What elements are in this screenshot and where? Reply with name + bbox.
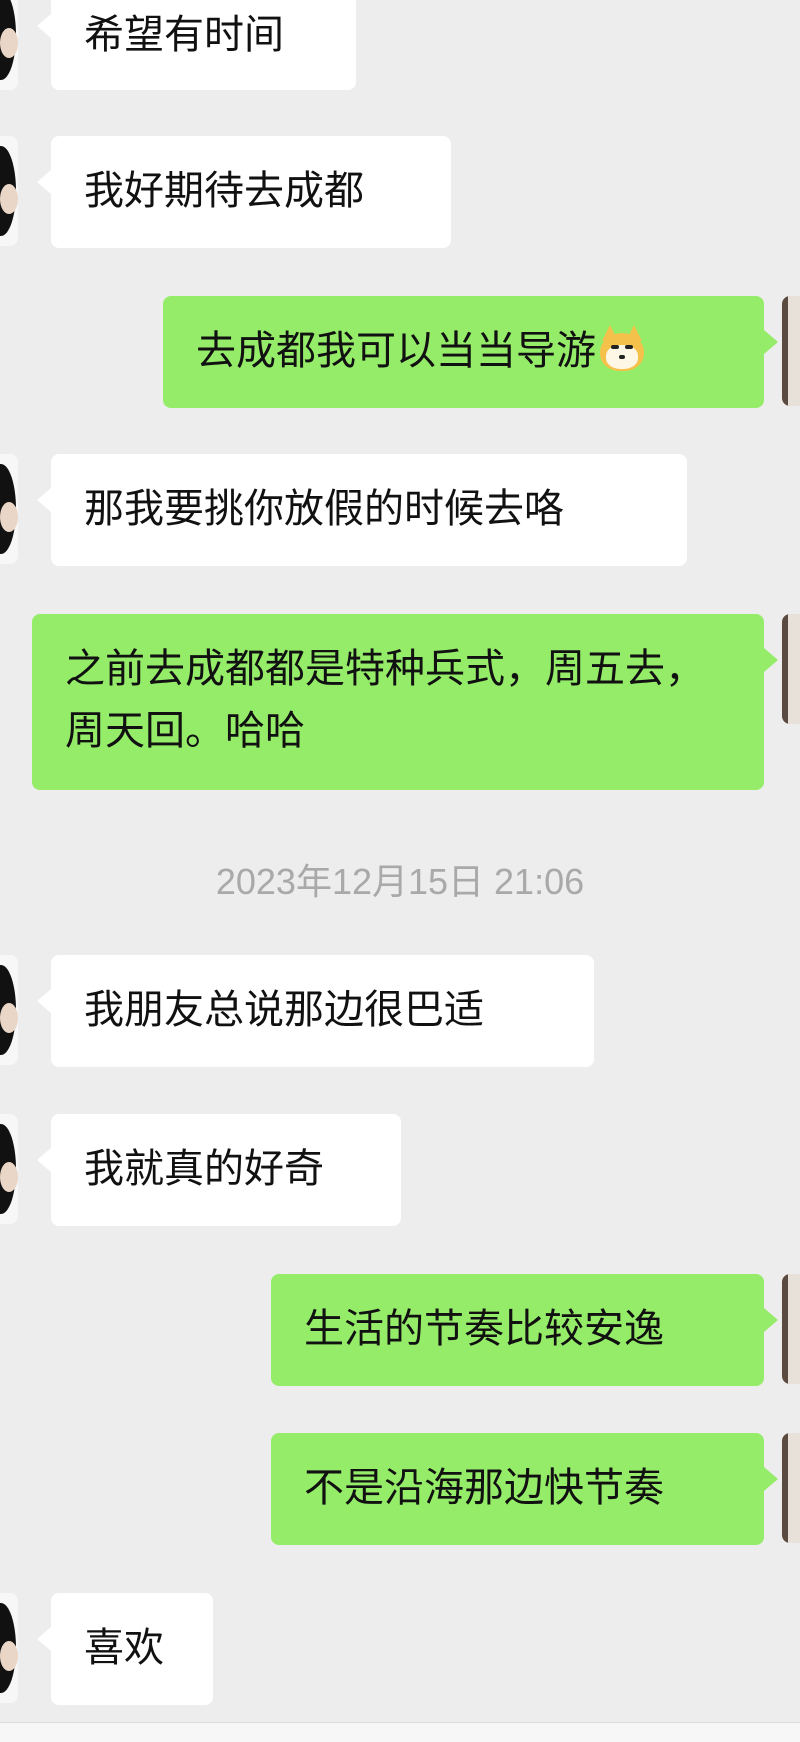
- contact-avatar[interactable]: [0, 454, 18, 564]
- message-timestamp: 2023年12月15日 21:06: [215, 861, 585, 902]
- outgoing-message-bubble[interactable]: 之前去成都都是特种兵式，周五去，周天回。哈哈: [32, 614, 778, 790]
- message-text: 希望有时间: [84, 12, 284, 58]
- message-text: 不是沿海那边快节奏: [304, 1465, 664, 1511]
- chat-message-list[interactable]: 希望有时间 我好期待去成都 去成都我可以当当导游 那我要挑你放假的时候去咯 之前…: [0, 0, 800, 1742]
- outgoing-message-bubble[interactable]: 生活的节奏比较安逸: [271, 1274, 778, 1386]
- my-avatar[interactable]: [782, 614, 800, 724]
- my-avatar[interactable]: [782, 1274, 800, 1384]
- message-text: 去成都我可以当当导游: [196, 328, 596, 374]
- incoming-message-bubble[interactable]: 喜欢: [37, 1593, 213, 1705]
- contact-avatar[interactable]: [0, 136, 18, 246]
- doge-emoji-icon: [598, 325, 646, 373]
- contact-avatar[interactable]: [0, 1593, 18, 1703]
- message-text: 之前去成都都是特种兵式，周五去，周天回。哈哈: [65, 646, 705, 754]
- my-avatar[interactable]: [782, 296, 800, 406]
- message-text: 那我要挑你放假的时候去咯: [84, 486, 564, 532]
- my-avatar[interactable]: [782, 1433, 800, 1543]
- outgoing-message-bubble[interactable]: 去成都我可以当当导游: [163, 296, 778, 408]
- contact-avatar[interactable]: [0, 0, 18, 90]
- message-text: 我就真的好奇: [84, 1146, 324, 1192]
- message-text: 我好期待去成都: [84, 168, 364, 214]
- input-bar-edge: [0, 1722, 800, 1742]
- contact-avatar[interactable]: [0, 1114, 18, 1224]
- contact-avatar[interactable]: [0, 955, 18, 1065]
- message-text: 生活的节奏比较安逸: [304, 1306, 664, 1352]
- message-text: 我朋友总说那边很巴适: [84, 987, 484, 1033]
- incoming-message-bubble[interactable]: 我好期待去成都: [37, 136, 451, 248]
- outgoing-message-bubble[interactable]: 不是沿海那边快节奏: [271, 1433, 778, 1545]
- incoming-message-bubble[interactable]: 我就真的好奇: [37, 1114, 401, 1226]
- message-text: 喜欢: [84, 1625, 164, 1671]
- incoming-message-bubble[interactable]: 我朋友总说那边很巴适: [37, 955, 594, 1067]
- incoming-message-bubble[interactable]: 那我要挑你放假的时候去咯: [37, 454, 687, 566]
- incoming-message-bubble[interactable]: 希望有时间: [37, 0, 356, 90]
